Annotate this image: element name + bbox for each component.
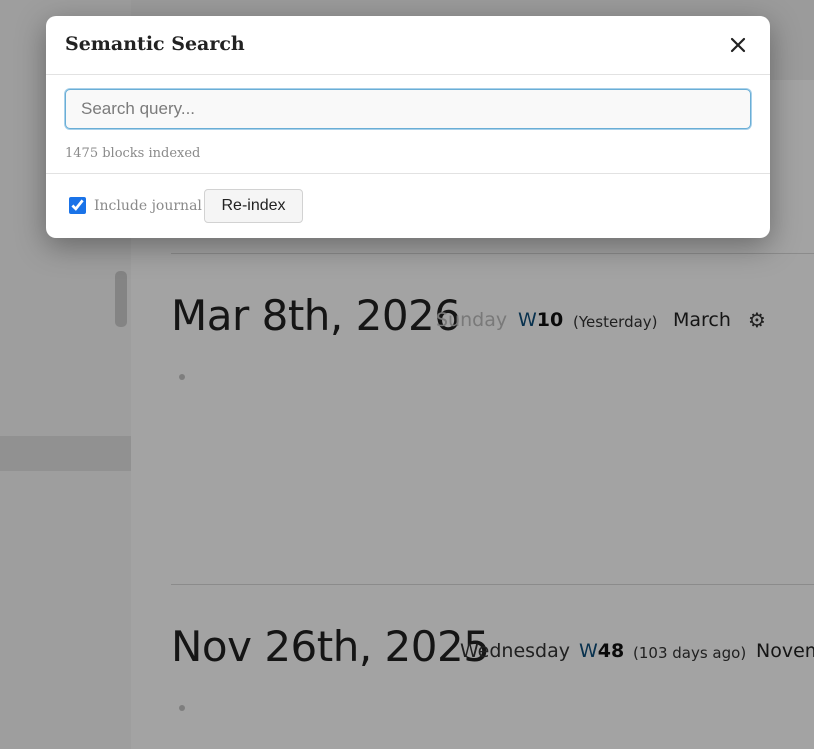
close-button[interactable] xyxy=(725,32,751,58)
index-status: 1475 blocks indexed xyxy=(65,146,201,161)
modal-header: Semantic Search xyxy=(46,16,770,75)
semantic-search-modal: Semantic Search 1475 blocks indexed Incl… xyxy=(46,16,770,238)
reindex-button[interactable]: Re-index xyxy=(204,189,303,223)
search-input[interactable] xyxy=(65,89,751,129)
modal-footer: Include journal Re-index xyxy=(46,174,770,238)
include-journal-checkbox[interactable] xyxy=(69,197,86,214)
include-journal-label[interactable]: Include journal xyxy=(94,198,202,214)
close-icon xyxy=(730,37,746,53)
modal-title: Semantic Search xyxy=(65,33,245,55)
modal-body: 1475 blocks indexed xyxy=(46,75,770,174)
